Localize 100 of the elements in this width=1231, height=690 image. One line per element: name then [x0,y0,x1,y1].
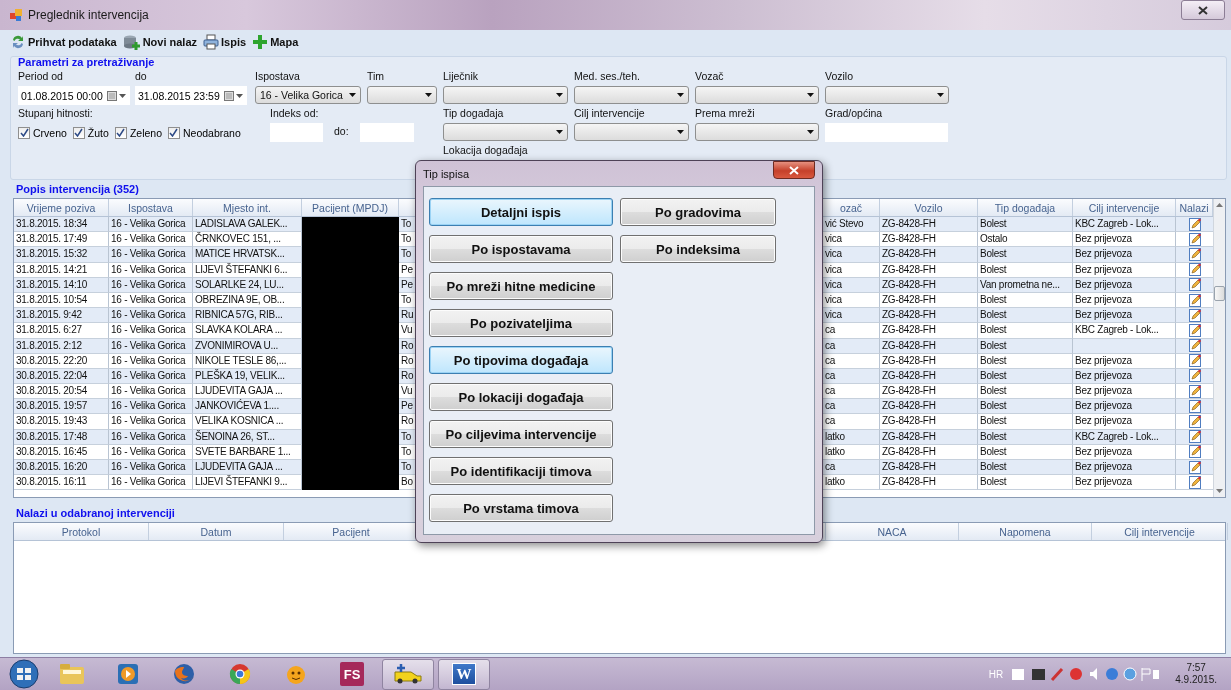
dropdown-caret-icon [677,93,684,97]
dropdown[interactable] [695,123,819,141]
table-cell: ZG-8428-FH [880,338,978,354]
edit-note-icon[interactable] [1188,217,1201,231]
text-field[interactable] [270,123,323,142]
close-button[interactable] [1181,0,1225,20]
text-field[interactable] [825,123,948,142]
edit-note-icon[interactable] [1188,232,1201,246]
edit-note-icon[interactable] [1188,263,1201,277]
tray-icons-drawing[interactable] [1010,666,1161,682]
dropdown[interactable] [825,86,949,104]
table-cell: ZG-8428-FH [880,277,978,293]
edit-note-icon[interactable] [1188,323,1201,337]
table-cell: 31.8.2015. 6:27 [14,323,109,339]
print-option-button[interactable]: Po ispostavama [429,235,613,263]
browser-circle-icon[interactable] [228,662,252,686]
taskbar-button[interactable] [382,658,434,690]
print-option-button[interactable]: Po lokaciji događaja [429,383,613,411]
dropdown[interactable] [367,86,437,104]
close-button[interactable] [773,161,815,179]
table-cell: 16 - Velika Gorica [109,414,193,430]
print-option-button[interactable]: Po gradovima [620,198,776,226]
edit-note-icon[interactable] [1188,339,1201,353]
start-button-icon[interactable] [6,659,42,689]
ambulance-icon[interactable] [393,662,423,686]
section-title: Popis intervencija (352) [16,183,139,196]
edit-note-icon[interactable] [1188,369,1201,383]
column-header[interactable]: Mjesto int. [193,199,302,216]
edit-note-icon[interactable] [1188,384,1201,398]
edit-note-icon[interactable] [1188,308,1201,322]
edit-note-icon[interactable] [1188,293,1201,307]
edit-note-icon[interactable] [1188,430,1201,444]
column-header[interactable]: Protokol [14,523,149,541]
calendar-icon [224,90,244,101]
browser-globe-icon[interactable] [172,662,196,686]
dropdown[interactable] [574,86,689,104]
dropdown[interactable]: 16 - Velika Gorica [255,86,361,104]
toolbar-button[interactable]: Mapa [252,34,299,50]
toolbar-button[interactable]: Novi nalaz [122,34,198,50]
word-app-icon[interactable]: W [452,663,476,685]
table-cell: Bolest [978,414,1073,430]
print-option-button[interactable]: Po ciljevima intervencije [429,420,613,448]
table-cell: 30.8.2015. 22:20 [14,353,109,369]
dropdown[interactable] [443,86,568,104]
media-player-icon[interactable] [116,662,140,686]
checkbox[interactable] [18,126,30,139]
dropdown[interactable] [574,123,689,141]
edit-note-icon[interactable] [1188,445,1201,459]
column-header[interactable]: Napomena [959,523,1092,541]
dropdown[interactable] [695,86,819,104]
edit-note-icon[interactable] [1188,460,1201,474]
checkbox[interactable] [168,126,180,139]
fs-app-icon[interactable]: FS [340,662,364,686]
toolbar-button[interactable]: Ispis [203,34,247,50]
edit-note-icon[interactable] [1188,399,1201,413]
table-cell: 31.8.2015. 14:21 [14,262,109,278]
column-header[interactable]: Vrijeme poziva [14,199,109,216]
checkbox[interactable] [114,126,127,139]
table-cell: ZG-8428-FH [880,247,978,263]
date-field[interactable]: 31.08.2015 23:59 [135,86,247,105]
clock[interactable]: 7:57 4.9.2015. [1167,662,1225,686]
taskbar-button[interactable]: FS [326,658,378,690]
scrollbar-thumb[interactable] [1214,285,1225,301]
scrollbar[interactable] [1213,199,1225,498]
scroll-down-icon[interactable] [1216,489,1223,494]
print-option-button[interactable]: Po tipovima događaja [429,346,613,374]
column-header[interactable]: Tip događaja [978,199,1073,216]
table-cell: 30.8.2015. 19:43 [14,414,109,430]
edit-note-icon[interactable] [1188,415,1201,429]
column-header[interactable]: NACA [826,523,959,541]
print-option-button[interactable]: Detaljni ispis [429,198,613,226]
checkbox[interactable] [72,126,85,139]
text-field[interactable] [359,123,414,142]
column-header[interactable]: Cilj intervencije [1092,523,1228,541]
print-option-button[interactable]: Po indeksima [620,235,776,263]
dropdown-caret-icon [349,93,356,97]
column-header[interactable]: Pacijent (MPDJ) [302,199,399,216]
table-cell: ZG-8428-FH [880,353,978,369]
print-option-button[interactable]: Po mreži hitne medicine [429,272,613,300]
print-option-button[interactable]: Po pozivateljima [429,309,613,337]
checkmark-icon [19,128,29,137]
scroll-up-icon[interactable] [1216,203,1223,207]
print-option-button[interactable]: Po vrstama timova [429,494,613,522]
edit-note-icon[interactable] [1188,278,1201,292]
date-field[interactable]: 01.08.2015 00:00 [18,86,130,105]
taskbar-button[interactable]: W [438,658,490,690]
edit-note-icon[interactable] [1188,475,1201,489]
dropdown[interactable] [443,123,568,141]
print-option-button[interactable]: Po identifikaciji timova [429,457,613,485]
column-header[interactable]: Ispostava [109,199,193,216]
toolbar-button[interactable]: Prihvat podataka [10,34,117,50]
table-cell: 16 - Velika Gorica [109,338,193,354]
column-header[interactable]: Datum [149,523,284,541]
close-icon [789,165,799,175]
edit-note-icon[interactable] [1188,247,1201,261]
field-label: Med. ses./teh. [574,70,641,83]
section-title: Nalazi u odabranoj intervenciji [16,507,175,521]
column-header[interactable]: Cilj intervencije [1073,199,1176,216]
column-header[interactable]: Vozilo [880,199,978,216]
edit-note-icon[interactable] [1188,354,1201,368]
